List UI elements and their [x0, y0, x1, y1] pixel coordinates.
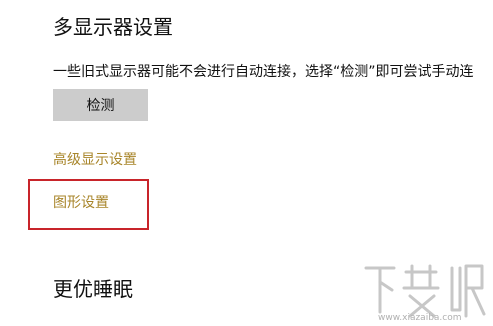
advanced-display-settings-link[interactable]: 高级显示设置 — [53, 150, 137, 170]
multi-display-description: 一些旧式显示器可能不会进行自动连接，选择“检测”即可尝试手动连 — [53, 64, 474, 80]
watermark-url-text: www.xiazaiba.com — [378, 313, 462, 323]
detect-button[interactable]: 检测 — [53, 89, 148, 121]
next-section-title: 更优睡眠 — [53, 277, 133, 301]
highlight-annotation-box — [28, 179, 149, 230]
multi-display-section-title: 多显示器设置 — [53, 15, 173, 39]
display-settings-page: 多显示器设置 一些旧式显示器可能不会进行自动连接，选择“检测”即可尝试手动连 检… — [0, 0, 493, 326]
